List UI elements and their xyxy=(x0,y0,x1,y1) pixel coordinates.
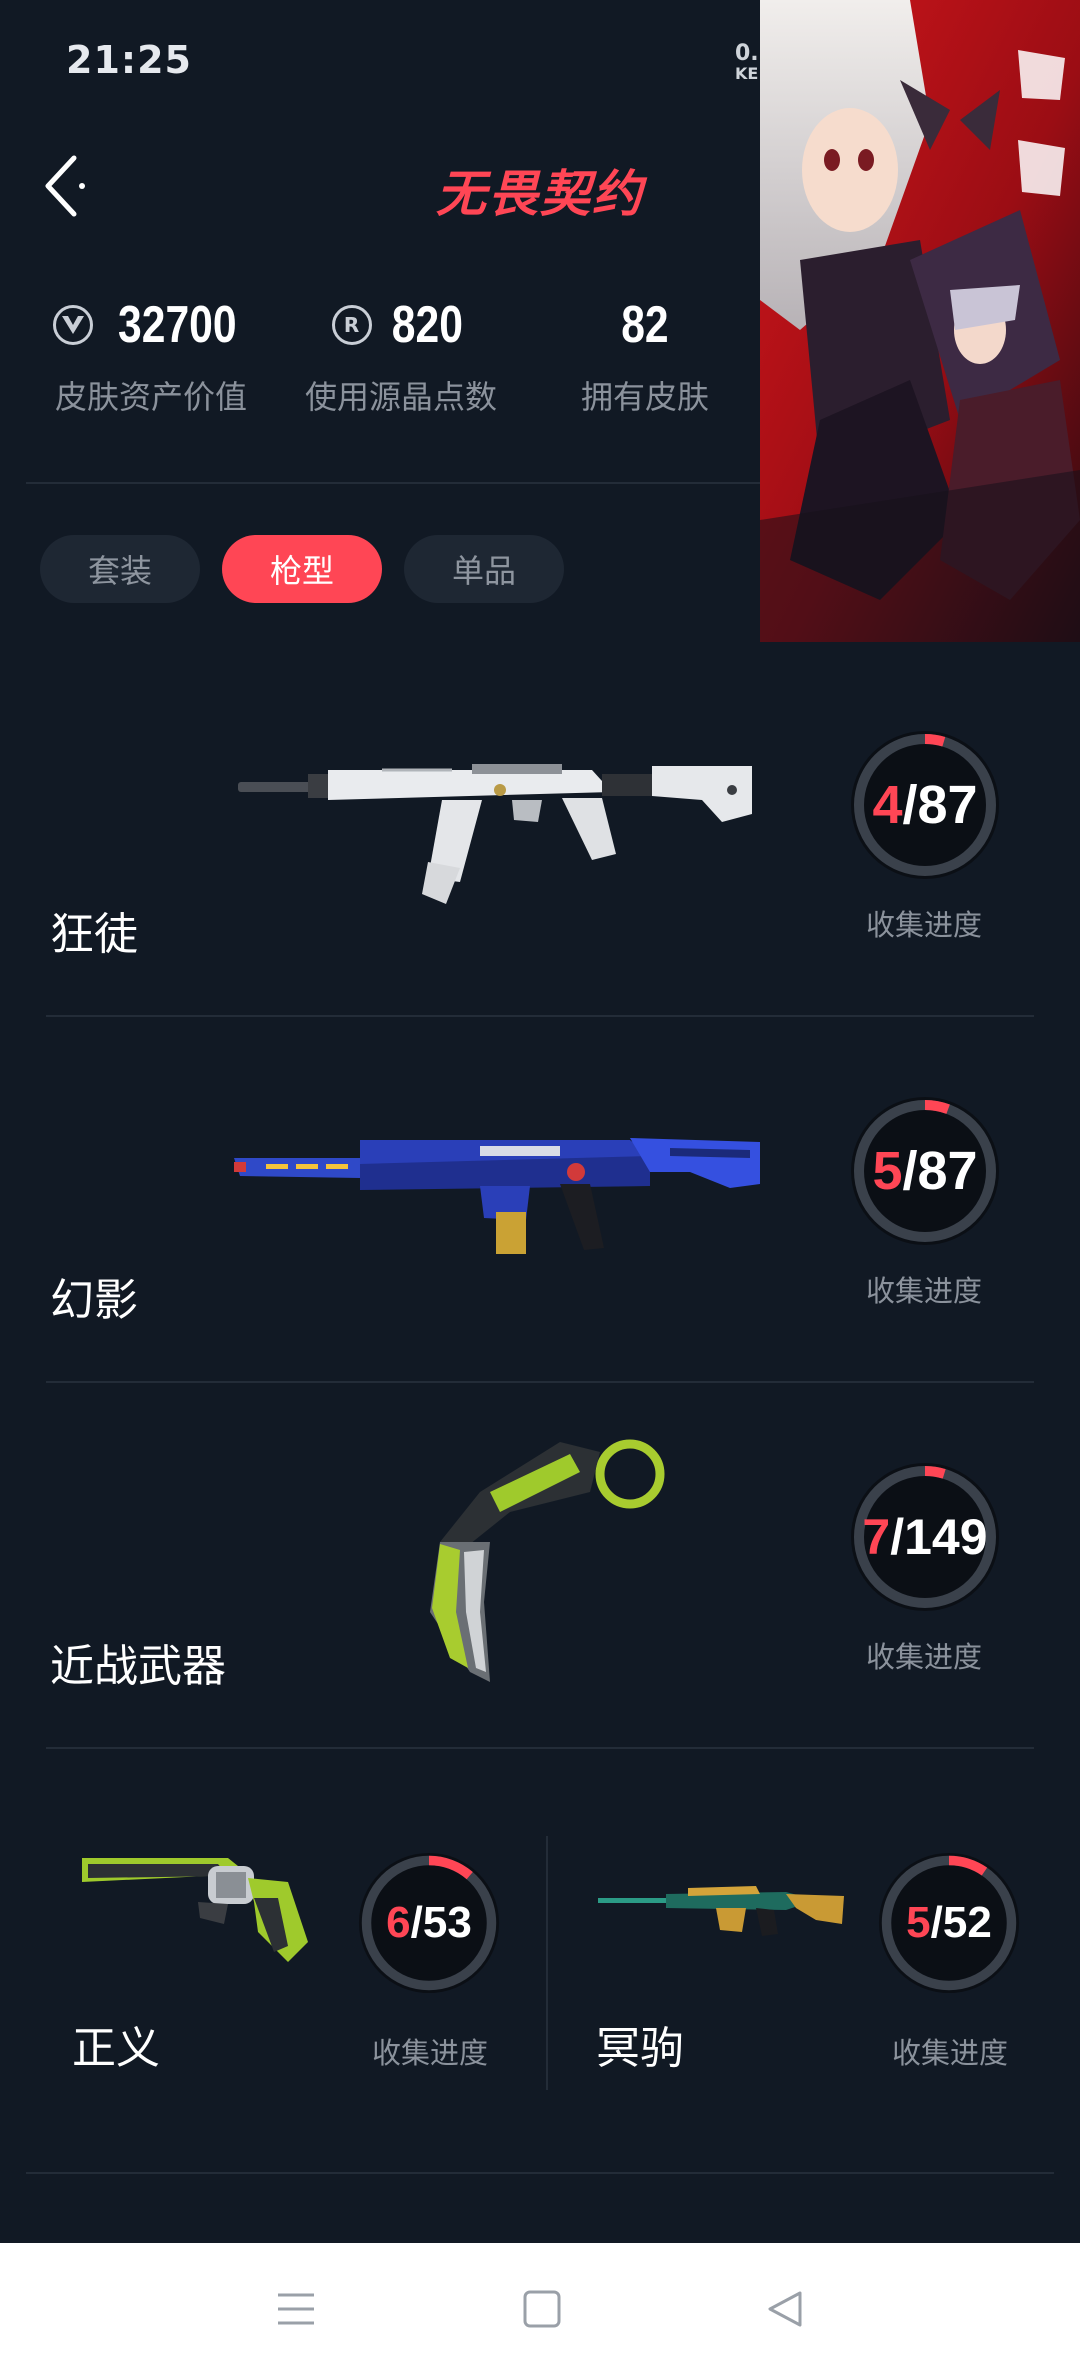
progress-caption: 收集进度 xyxy=(372,2036,489,2070)
collection-count: 4/87 xyxy=(872,775,978,835)
progress-caption: 收集进度 xyxy=(866,908,983,942)
weapon-name: 狂徒 xyxy=(50,909,138,960)
progress-caption: 收集进度 xyxy=(892,2036,1009,2070)
collection-count: 5/87 xyxy=(872,1141,978,1201)
stats-panel: 32700 皮肤资产价值 R 820 使用源晶点数 82 拥有皮肤 xyxy=(0,290,760,430)
weapon-name: 幻影 xyxy=(50,1275,138,1326)
tab-bundles[interactable]: 套装 xyxy=(40,535,200,603)
phantom-skin-image xyxy=(234,1138,760,1254)
collection-count: 6/53 xyxy=(386,1898,472,1947)
tab-single-items[interactable]: 单品 xyxy=(404,535,564,603)
back-button[interactable] xyxy=(40,150,90,220)
stat-skin-value: 32700 皮肤资产价值 xyxy=(46,290,256,418)
anime-art-image xyxy=(760,0,1080,642)
weapon-name: 正义 xyxy=(72,2023,160,2074)
menu-icon[interactable] xyxy=(272,2287,320,2331)
chevron-left-icon xyxy=(45,155,85,217)
progress-caption: 收集进度 xyxy=(866,1640,983,1674)
floating-video-overlay[interactable] xyxy=(760,0,1080,642)
divider xyxy=(46,1747,1034,1749)
app-logo: 无畏契约 xyxy=(436,165,644,223)
system-nav-bar xyxy=(0,2243,1080,2376)
operator-skin-image xyxy=(598,1886,844,1936)
collection-count: 7/149 xyxy=(862,1509,988,1565)
progress-caption: 收集进度 xyxy=(866,1274,983,1308)
divider xyxy=(26,2172,1054,2174)
vandal-skin-image xyxy=(238,764,752,904)
divider xyxy=(46,1381,1034,1383)
stat-skins-owned: 82 拥有皮肤 xyxy=(580,296,709,416)
network-speed: 0. KE xyxy=(735,41,759,84)
status-time: 21:25 xyxy=(66,38,192,82)
melee-skin-image xyxy=(430,1439,665,1682)
back-icon[interactable] xyxy=(762,2287,810,2331)
sheriff-skin-image xyxy=(82,1858,308,1962)
weapon-name: 冥驹 xyxy=(596,2023,684,2074)
weapon-name: 近战武器 xyxy=(50,1641,226,1692)
divider xyxy=(46,1015,1034,1017)
home-icon[interactable] xyxy=(518,2287,566,2331)
tab-weapon-type[interactable]: 枪型 xyxy=(222,535,382,603)
radianite-icon: R xyxy=(331,305,372,345)
divider xyxy=(26,482,760,484)
valorant-points-icon xyxy=(52,305,93,345)
stat-radianite-used: R 820 使用源晶点数 xyxy=(304,296,497,416)
collection-count: 5/52 xyxy=(906,1898,992,1947)
divider xyxy=(546,1836,548,2090)
category-tabs: 套装 枪型 单品 xyxy=(40,535,564,603)
